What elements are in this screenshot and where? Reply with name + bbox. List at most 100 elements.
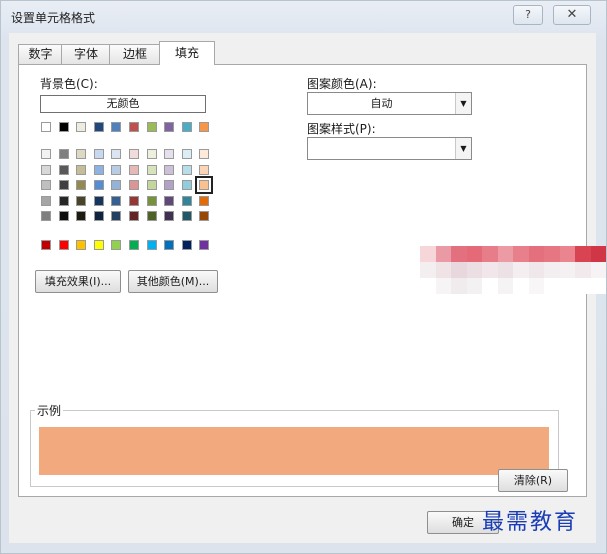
color-swatch[interactable] — [111, 180, 122, 191]
color-swatch[interactable] — [181, 149, 192, 159]
standard-color-swatch[interactable] — [181, 240, 192, 250]
help-button[interactable]: ? — [513, 5, 543, 25]
color-swatch[interactable] — [164, 180, 175, 191]
color-swatch[interactable] — [58, 195, 69, 206]
mosaic-cell — [513, 246, 529, 262]
color-swatch[interactable] — [76, 180, 87, 191]
color-swatch[interactable] — [199, 195, 210, 206]
color-swatch[interactable] — [164, 164, 175, 175]
color-swatch[interactable] — [181, 195, 192, 206]
color-swatch[interactable] — [164, 195, 175, 206]
mosaic-cell — [590, 246, 606, 262]
color-swatch[interactable] — [93, 122, 104, 132]
mosaic-cell — [420, 246, 436, 262]
color-swatch[interactable] — [164, 122, 175, 132]
color-swatch[interactable] — [93, 164, 104, 175]
pattern-style-select[interactable]: ▼ — [307, 137, 472, 160]
color-swatch[interactable] — [129, 149, 139, 159]
color-swatch[interactable] — [58, 149, 69, 159]
color-swatch[interactable] — [41, 149, 51, 159]
color-swatch[interactable] — [195, 176, 214, 195]
color-swatch[interactable] — [93, 211, 104, 222]
standard-color-swatch[interactable] — [76, 240, 87, 250]
color-swatch[interactable] — [76, 149, 87, 159]
mosaic-cell — [466, 278, 483, 294]
tab-fill[interactable]: 填充 — [159, 41, 215, 65]
color-swatch[interactable] — [164, 211, 175, 222]
mosaic-cell — [435, 262, 452, 278]
color-swatch[interactable] — [58, 164, 69, 175]
color-swatch[interactable] — [93, 180, 104, 191]
color-swatch[interactable] — [111, 211, 122, 222]
mosaic-cell — [513, 262, 529, 278]
color-swatch[interactable] — [111, 149, 122, 159]
standard-color-swatch[interactable] — [146, 240, 157, 250]
color-swatch[interactable] — [129, 122, 139, 132]
color-swatch[interactable] — [164, 149, 175, 159]
color-swatch[interactable] — [111, 164, 122, 175]
color-swatch[interactable] — [58, 122, 69, 132]
color-swatch[interactable] — [58, 180, 69, 191]
color-swatch[interactable] — [146, 211, 157, 222]
tab-number[interactable]: 数字 — [18, 44, 63, 64]
color-swatch[interactable] — [181, 211, 192, 222]
color-swatch[interactable] — [146, 164, 157, 175]
chevron-down-icon[interactable]: ▼ — [455, 93, 471, 114]
color-swatch[interactable] — [181, 122, 192, 132]
pattern-color-value: 自动 — [370, 97, 393, 110]
color-swatch[interactable] — [41, 195, 51, 206]
color-swatch[interactable] — [129, 195, 139, 206]
color-swatch[interactable] — [129, 164, 139, 175]
color-swatch[interactable] — [129, 211, 139, 222]
color-swatch[interactable] — [41, 122, 51, 132]
color-swatch[interactable] — [76, 164, 87, 175]
mosaic-cell — [544, 262, 560, 278]
color-swatch[interactable] — [93, 195, 104, 206]
more-colors-button[interactable]: 其他颜色(M)... — [128, 270, 218, 293]
fill-effects-button[interactable]: 填充效果(I)... — [35, 270, 121, 293]
color-swatch[interactable] — [111, 122, 122, 132]
standard-color-swatch[interactable] — [199, 240, 210, 250]
mosaic-cell — [451, 278, 467, 294]
close-button[interactable]: ✕ — [553, 5, 591, 25]
color-swatch[interactable] — [199, 149, 210, 159]
color-swatch[interactable] — [41, 180, 51, 191]
color-swatch[interactable] — [41, 211, 51, 222]
color-swatch[interactable] — [199, 122, 210, 132]
color-swatch[interactable] — [111, 195, 122, 206]
standard-color-swatch[interactable] — [129, 240, 139, 250]
watermark-logo: 最需教育 — [482, 510, 579, 535]
standard-color-swatch[interactable] — [41, 240, 51, 250]
dialog-title: 设置单元格格式 — [11, 11, 96, 25]
mosaic-cell — [451, 246, 467, 262]
color-swatch[interactable] — [146, 195, 157, 206]
color-swatch[interactable] — [181, 164, 192, 175]
title-bar[interactable]: 设置单元格格式 ? ✕ — [1, 1, 606, 31]
no-color-button[interactable]: 无颜色 — [40, 95, 206, 113]
mosaic-cell — [544, 278, 560, 294]
color-swatch[interactable] — [199, 211, 210, 222]
color-swatch[interactable] — [146, 149, 157, 159]
standard-color-swatch[interactable] — [58, 240, 69, 250]
color-swatch[interactable] — [129, 180, 139, 191]
color-swatch[interactable] — [93, 149, 104, 159]
color-swatch[interactable] — [76, 211, 87, 222]
color-swatch[interactable] — [181, 180, 192, 191]
color-swatch[interactable] — [41, 164, 51, 175]
standard-color-swatch[interactable] — [164, 240, 175, 250]
chevron-down-icon[interactable]: ▼ — [455, 138, 471, 159]
color-swatch[interactable] — [76, 122, 87, 132]
clear-button[interactable]: 清除(R) — [498, 469, 568, 492]
mosaic-cell — [482, 246, 498, 262]
sample-group: 示例 — [30, 402, 559, 487]
tab-border[interactable]: 边框 — [109, 44, 161, 64]
color-swatch[interactable] — [58, 211, 69, 222]
tab-font[interactable]: 字体 — [61, 44, 111, 64]
color-swatch[interactable] — [199, 164, 210, 175]
color-swatch[interactable] — [146, 180, 157, 191]
color-swatch[interactable] — [146, 122, 157, 132]
pattern-color-select[interactable]: 自动 ▼ — [307, 92, 472, 115]
standard-color-swatch[interactable] — [93, 240, 104, 250]
color-swatch[interactable] — [76, 195, 87, 206]
standard-color-swatch[interactable] — [111, 240, 122, 250]
